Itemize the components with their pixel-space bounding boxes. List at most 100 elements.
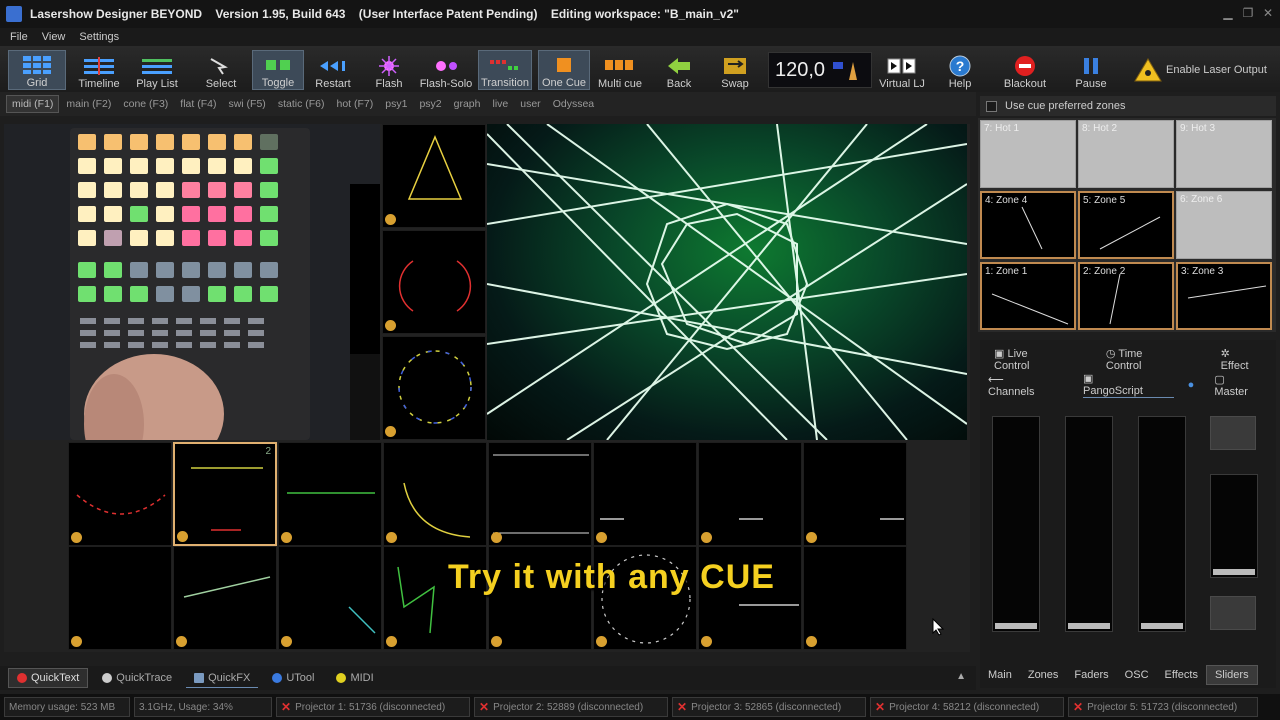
zone-1[interactable]: 1: Zone 1 (980, 262, 1076, 330)
select-button[interactable]: Select (196, 50, 246, 90)
one-cue-button[interactable]: One Cue (538, 50, 590, 90)
cue-cell[interactable] (383, 442, 487, 546)
cue-cell[interactable] (278, 442, 382, 546)
page-tab-user[interactable]: user (515, 96, 545, 112)
cue-cell[interactable] (593, 442, 697, 546)
slider-handle[interactable] (1213, 569, 1255, 575)
page-tab-cone[interactable]: cone (F3) (118, 96, 173, 112)
flash-solo-button[interactable]: Flash-Solo (418, 50, 474, 90)
collapse-up-icon[interactable]: ▲ (956, 671, 966, 682)
projector-status-1[interactable]: ✕ Projector 1: 51736 (disconnected) (276, 697, 470, 717)
slider-4[interactable] (1210, 474, 1258, 578)
zone-5[interactable]: 5: Zone 5 (1078, 191, 1174, 259)
projector-status-2[interactable]: ✕ Projector 2: 52889 (disconnected) (474, 697, 668, 717)
cue-cell[interactable] (173, 546, 277, 650)
cue-cell[interactable] (278, 546, 382, 650)
tab-utool[interactable]: UTool (264, 669, 322, 687)
zone-6[interactable]: 6: Zone 6 (1176, 191, 1272, 259)
zone-hot-1[interactable]: 7: Hot 1 (980, 120, 1076, 188)
page-tab-main[interactable]: main (F2) (61, 96, 116, 112)
tab-faders[interactable]: Faders (1066, 666, 1116, 684)
close-icon[interactable]: ✕ (1262, 6, 1274, 20)
cue-cell[interactable] (698, 442, 802, 546)
page-tab-odyssea[interactable]: Odyssea (548, 96, 599, 112)
lock-icon (386, 532, 397, 543)
enable-laser-output-button[interactable]: Enable Laser Output (1134, 58, 1267, 82)
cue-cell[interactable] (488, 442, 592, 546)
slider-3[interactable] (1138, 416, 1186, 632)
cue-cell[interactable] (382, 230, 486, 334)
maximize-icon[interactable]: ❐ (1242, 6, 1254, 20)
zone-3[interactable]: 3: Zone 3 (1176, 262, 1272, 330)
slider-handle[interactable] (1141, 623, 1183, 629)
restart-button[interactable]: Restart (308, 50, 358, 90)
blackout-button[interactable]: Blackout (998, 50, 1052, 90)
page-tab-graph[interactable]: graph (449, 96, 486, 112)
cue-cell[interactable] (382, 336, 486, 440)
multi-cue-button[interactable]: Multi cue (594, 50, 646, 90)
pause-button[interactable]: Pause (1070, 50, 1112, 90)
page-tab-psy2[interactable]: psy2 (414, 96, 446, 112)
globe-icon[interactable]: ● (1188, 379, 1195, 391)
tab-live-control[interactable]: ▣ Live Control (994, 347, 1084, 372)
tab-quicktrace[interactable]: QuickTrace (94, 669, 180, 687)
cue-thumbnail (287, 492, 375, 494)
menu-settings[interactable]: Settings (79, 31, 119, 43)
slider-handle[interactable] (995, 623, 1037, 629)
tab-effects[interactable]: Effects (1157, 666, 1206, 684)
preferred-zones-checkbox[interactable] (986, 100, 997, 112)
projector-status-3[interactable]: ✕ Projector 3: 52865 (disconnected) (672, 697, 866, 717)
tab-master[interactable]: ▢ Master (1214, 373, 1280, 398)
tab-sliders[interactable]: Sliders (1205, 665, 1258, 685)
tab-quickfx[interactable]: QuickFX (186, 669, 259, 688)
cue-cell[interactable] (803, 442, 907, 546)
tab-midi[interactable]: MIDI (328, 669, 381, 687)
minimize-icon[interactable]: ▁ (1222, 6, 1234, 20)
grid-button[interactable]: Grid (8, 50, 66, 90)
tab-zones[interactable]: Zones (1020, 666, 1067, 684)
slider-handle[interactable] (1068, 623, 1110, 629)
projector-status-4[interactable]: ✕ Projector 4: 58212 (disconnected) (870, 697, 1064, 717)
slider-button-top[interactable] (1210, 416, 1256, 450)
bpm-display[interactable]: 120,0 (768, 52, 872, 88)
swap-button[interactable]: Swap (712, 50, 758, 90)
cue-cell[interactable] (68, 546, 172, 650)
projector-status-5[interactable]: ✕ Projector 5: 51723 (disconnected) (1068, 697, 1258, 717)
zone-hot-3[interactable]: 9: Hot 3 (1176, 120, 1272, 188)
tab-effect[interactable]: ✲ Effect (1221, 347, 1280, 372)
flash-button[interactable]: Flash (366, 50, 412, 90)
page-tab-psy1[interactable]: psy1 (380, 96, 412, 112)
timeline-icon (84, 56, 114, 76)
page-tab-live[interactable]: live (487, 96, 513, 112)
cue-cell[interactable] (803, 546, 907, 650)
page-tab-midi[interactable]: midi (F1) (6, 95, 60, 113)
timeline-button[interactable]: Timeline (72, 50, 126, 90)
cue-cell[interactable]: 2 (173, 442, 277, 546)
page-tab-hot[interactable]: hot (F7) (331, 96, 378, 112)
help-button[interactable]: ? Help (940, 50, 980, 90)
back-button[interactable]: Back (656, 50, 702, 90)
page-tab-flat[interactable]: flat (F4) (175, 96, 221, 112)
zone-hot-2[interactable]: 8: Hot 2 (1078, 120, 1174, 188)
cue-cell[interactable] (382, 124, 486, 228)
virtual-lj-button[interactable]: Virtual LJ (876, 50, 928, 90)
menu-view[interactable]: View (42, 31, 66, 43)
tab-pangoscript[interactable]: ▣ PangoScript (1083, 372, 1174, 398)
tab-time-control[interactable]: ◷ Time Control (1106, 347, 1199, 372)
zone-2[interactable]: 2: Zone 2 (1078, 262, 1174, 330)
slider-2[interactable] (1065, 416, 1113, 632)
tab-quicktext[interactable]: QuickText (8, 668, 89, 688)
zone-4[interactable]: 4: Zone 4 (980, 191, 1076, 259)
toggle-button[interactable]: Toggle (252, 50, 304, 90)
tab-osc[interactable]: OSC (1117, 666, 1157, 684)
cue-cell[interactable] (68, 442, 172, 546)
menu-file[interactable]: File (10, 31, 28, 43)
transition-button[interactable]: Transition (478, 50, 532, 90)
playlist-button[interactable]: Play List (130, 50, 184, 90)
tab-channels[interactable]: ⟵ Channels (988, 373, 1071, 398)
page-tab-static[interactable]: static (F6) (273, 96, 330, 112)
page-tab-swi[interactable]: swi (F5) (223, 96, 270, 112)
tab-main[interactable]: Main (980, 666, 1020, 684)
slider-button-bottom[interactable] (1210, 596, 1256, 630)
slider-1[interactable] (992, 416, 1040, 632)
